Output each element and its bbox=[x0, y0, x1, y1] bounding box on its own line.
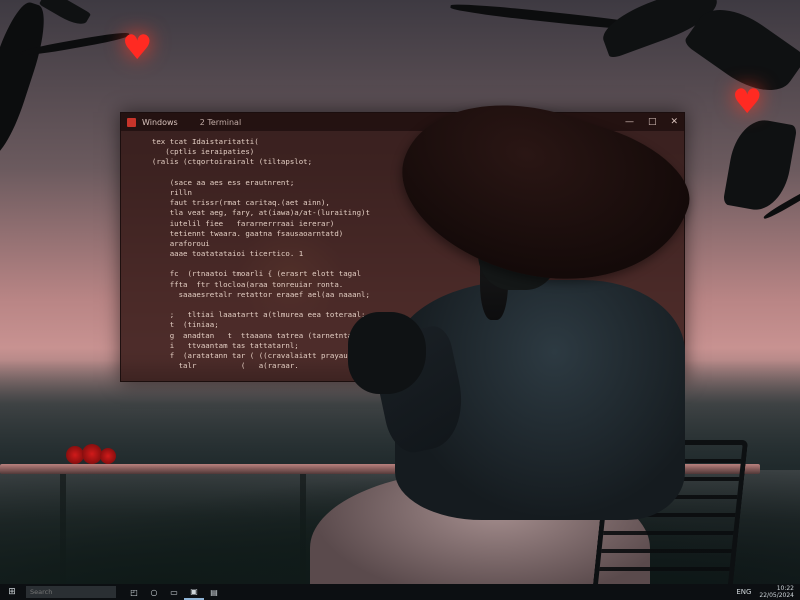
window-title: Windows bbox=[142, 117, 178, 127]
taskbar: ⊞ ◰○▭▣▤ ENG 10:22 22/05/2024 bbox=[0, 584, 800, 600]
search-app-icon[interactable]: ○ bbox=[144, 584, 164, 600]
taskbar-apps: ◰ ○ ▭ ▣ ▤ bbox=[124, 584, 224, 600]
figure-hand bbox=[348, 312, 426, 394]
search-input[interactable] bbox=[26, 586, 116, 598]
system-tray: ENG 10:22 22/05/2024 bbox=[736, 585, 800, 599]
heart-icon: ♥ bbox=[732, 82, 763, 122]
windows-logo-icon[interactable]: ⊞ bbox=[0, 584, 24, 600]
maximize-icon[interactable]: □ bbox=[648, 117, 657, 127]
red-flower bbox=[82, 444, 102, 464]
clock-time: 10:22 bbox=[776, 585, 794, 592]
window-controls: — □ ✕ bbox=[625, 117, 678, 127]
terminal-icon bbox=[127, 117, 136, 127]
palm-leaf bbox=[722, 115, 798, 215]
red-flower bbox=[100, 448, 116, 464]
heart-icon: ♥ bbox=[122, 28, 153, 68]
language-indicator[interactable]: ENG bbox=[736, 588, 751, 596]
clock[interactable]: 10:22 22/05/2024 bbox=[759, 585, 794, 599]
terminal-app-icon[interactable]: ▣ bbox=[184, 584, 204, 600]
minimize-icon[interactable]: — bbox=[625, 117, 634, 127]
palm-leaf bbox=[38, 0, 92, 30]
tab-terminal[interactable]: 2 Terminal bbox=[200, 118, 241, 127]
clock-date: 22/05/2024 bbox=[759, 592, 794, 599]
tree-branch bbox=[0, 0, 54, 163]
close-icon[interactable]: ✕ bbox=[670, 117, 678, 127]
task-view-icon[interactable]: ◰ bbox=[124, 584, 144, 600]
file-explorer-icon[interactable]: ▭ bbox=[164, 584, 184, 600]
notes-app-icon[interactable]: ▤ bbox=[204, 584, 224, 600]
